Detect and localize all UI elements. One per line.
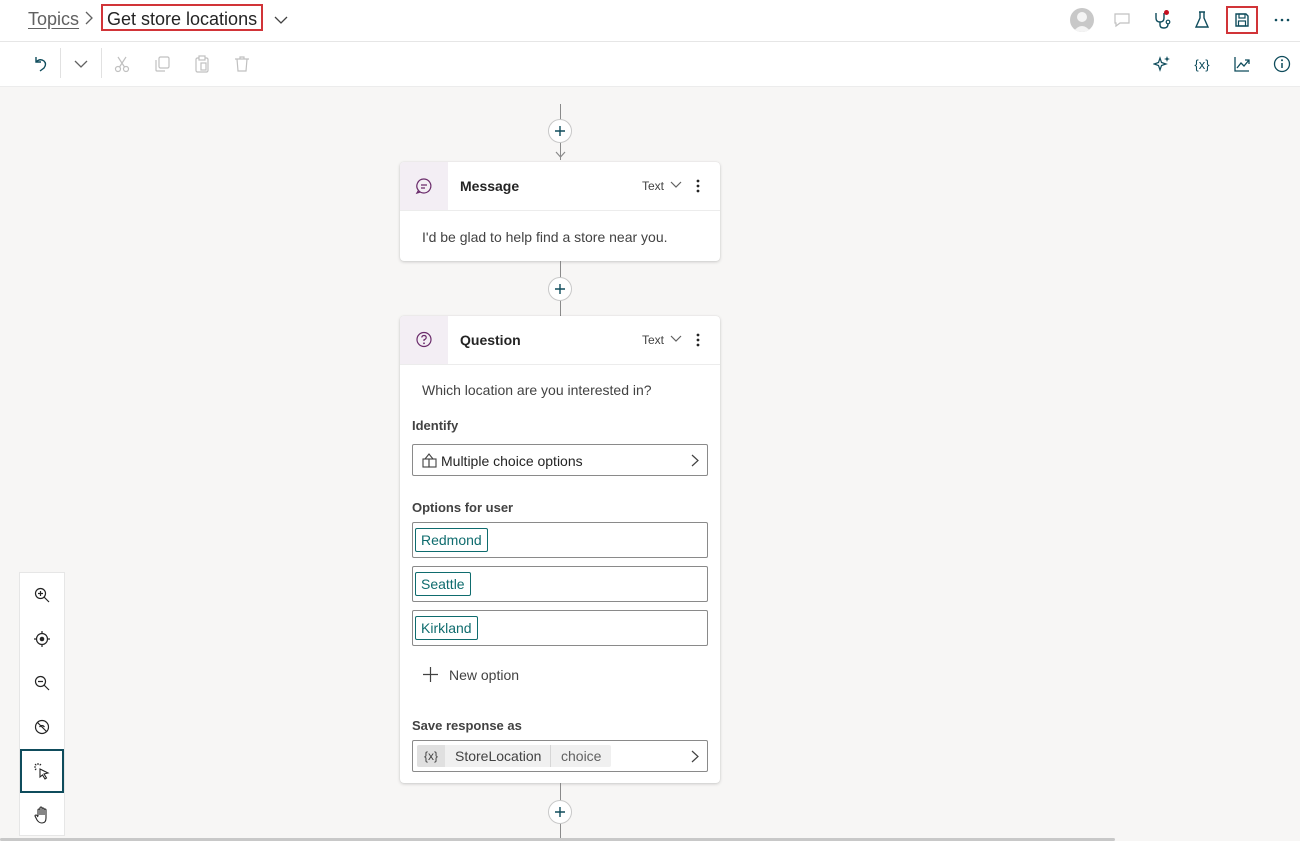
- add-node-button[interactable]: [548, 277, 572, 301]
- question-node-header: Question Text: [400, 316, 720, 365]
- message-node[interactable]: Message Text I'd be glad to help find a …: [400, 162, 720, 261]
- breadcrumb-topics-link[interactable]: Topics: [28, 9, 79, 30]
- chevron-down-icon[interactable]: [670, 335, 682, 343]
- question-type-selector[interactable]: Text: [642, 333, 664, 347]
- canvas-controls: [19, 572, 65, 836]
- undo-icon[interactable]: [28, 52, 52, 76]
- variables-icon[interactable]: {x}: [1190, 52, 1214, 76]
- node-more-icon[interactable]: [696, 332, 700, 348]
- header-bar: Topics Get store locations: [0, 0, 1300, 42]
- entity-icon: [422, 453, 437, 468]
- zoom-out-icon[interactable]: [20, 661, 64, 705]
- message-node-title: Message: [460, 178, 520, 194]
- chevron-right-icon: [691, 750, 699, 763]
- delete-icon[interactable]: [230, 52, 254, 76]
- variable-type: choice: [561, 748, 602, 764]
- save-response-label: Save response as: [412, 718, 522, 733]
- minimap-off-icon[interactable]: [20, 705, 64, 749]
- topic-checker-icon[interactable]: [1150, 8, 1174, 32]
- editor-toolbar: {x}: [0, 42, 1300, 87]
- identify-label: Identify: [412, 418, 459, 433]
- test-icon[interactable]: [1190, 8, 1214, 32]
- option-field[interactable]: Seattle: [412, 566, 708, 602]
- save-variable-selector[interactable]: {x} StoreLocation choice: [412, 740, 708, 772]
- select-mode-icon[interactable]: [20, 749, 64, 793]
- authoring-canvas[interactable]: Message Text I'd be glad to help find a …: [0, 87, 1300, 841]
- comment-icon[interactable]: [1110, 8, 1134, 32]
- identify-selector[interactable]: Multiple choice options: [412, 444, 708, 476]
- toolbar-divider: [101, 48, 102, 78]
- variable-pill[interactable]: {x} StoreLocation choice: [417, 745, 611, 767]
- toolbar-divider: [60, 48, 61, 78]
- new-option-label: New option: [449, 667, 520, 683]
- option-chip[interactable]: Kirkland: [415, 616, 478, 640]
- variable-name: StoreLocation: [455, 748, 542, 764]
- add-node-button[interactable]: [548, 800, 572, 824]
- message-text[interactable]: I'd be glad to help find a store near yo…: [422, 229, 668, 245]
- copilot-icon[interactable]: [1150, 52, 1174, 76]
- options-label: Options for user: [412, 500, 514, 515]
- plus-icon: [423, 667, 438, 682]
- topic-title[interactable]: Get store locations: [101, 4, 263, 31]
- copy-icon[interactable]: [150, 52, 174, 76]
- more-icon[interactable]: [1270, 8, 1294, 32]
- option-chip[interactable]: Seattle: [415, 572, 471, 596]
- cut-icon[interactable]: [110, 52, 134, 76]
- question-icon: [400, 316, 448, 364]
- save-icon[interactable]: [1226, 6, 1258, 34]
- node-more-icon[interactable]: [696, 178, 700, 194]
- add-node-button[interactable]: [548, 119, 572, 143]
- variable-icon: {x}: [417, 745, 445, 767]
- chevron-right-icon: [84, 11, 94, 30]
- divider: [550, 745, 551, 767]
- chevron-down-icon[interactable]: [274, 12, 288, 30]
- chevron-down-icon[interactable]: [670, 181, 682, 189]
- question-prompt-text[interactable]: Which location are you interested in?: [422, 382, 652, 398]
- question-node-title: Question: [460, 332, 521, 348]
- question-node[interactable]: Question Text Which location are you int…: [400, 316, 720, 783]
- message-icon: [400, 162, 448, 210]
- option-field[interactable]: Redmond: [412, 522, 708, 558]
- fit-view-icon[interactable]: [20, 617, 64, 661]
- message-type-selector[interactable]: Text: [642, 179, 664, 193]
- avatar[interactable]: [1070, 8, 1094, 32]
- identify-value: Multiple choice options: [441, 453, 583, 469]
- chevron-right-icon: [691, 454, 699, 467]
- redo-dropdown-icon[interactable]: [69, 52, 93, 76]
- pan-mode-icon[interactable]: [20, 793, 64, 837]
- zoom-in-icon[interactable]: [20, 573, 64, 617]
- paste-icon[interactable]: [190, 52, 214, 76]
- info-icon[interactable]: [1270, 52, 1294, 76]
- analytics-icon[interactable]: [1230, 52, 1254, 76]
- option-field[interactable]: Kirkland: [412, 610, 708, 646]
- message-node-header: Message Text: [400, 162, 720, 211]
- arrow-down-icon: [555, 151, 566, 158]
- option-chip[interactable]: Redmond: [415, 528, 488, 552]
